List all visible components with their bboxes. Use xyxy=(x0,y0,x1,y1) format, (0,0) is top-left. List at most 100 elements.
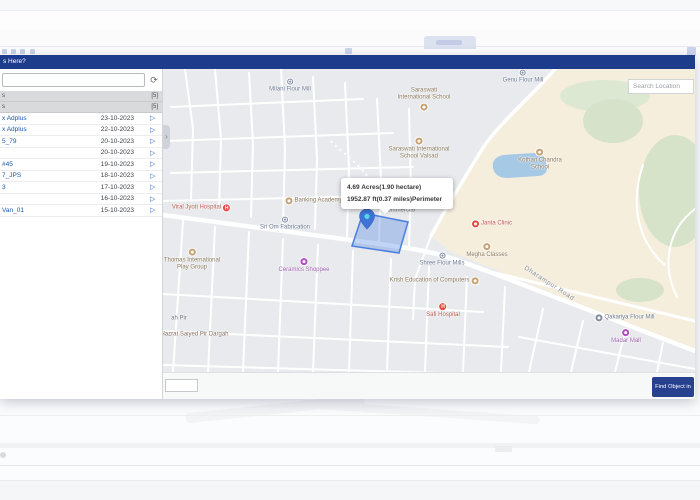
play-route-icon[interactable] xyxy=(150,149,158,157)
background-knob xyxy=(0,452,6,458)
play-route-icon[interactable] xyxy=(150,183,158,191)
map-poi-megha-classes[interactable]: Megha Classes xyxy=(466,243,507,259)
poi-label: Hazrat Saiyed Pir Dargah xyxy=(163,331,229,338)
map-poi-saraswati-international-school[interactable]: Saraswati International School xyxy=(397,88,450,111)
map-poi-madar-mall[interactable]: Madar Mall xyxy=(611,329,641,345)
mill-icon xyxy=(520,70,526,76)
shop-icon xyxy=(623,329,630,336)
vehicle-row[interactable]: 16-10-2023 xyxy=(0,194,162,206)
map-search-input[interactable] xyxy=(628,79,694,94)
map-poi-krish-education-of-computers[interactable]: Krish Education of Computers xyxy=(390,277,479,284)
map-poi-saraswati-international-school-valsad[interactable]: Saraswati International School Valsad xyxy=(388,138,449,161)
background-ghost-icon xyxy=(20,49,25,54)
mill-icon xyxy=(439,253,445,259)
background-top-strip xyxy=(0,0,700,11)
vehicle-group-row[interactable]: s [5] xyxy=(0,102,162,113)
play-route-icon[interactable] xyxy=(150,206,158,214)
map-poi-hazrat-saiyed-pir-dargah[interactable]: Hazrat Saiyed Pir Dargah xyxy=(163,331,229,338)
vehicle-date: 16-10-2023 xyxy=(94,195,134,202)
vehicle-date: 20-10-2023 xyxy=(94,138,134,145)
sidebar-collapse-handle[interactable] xyxy=(163,125,170,149)
school-icon xyxy=(483,243,490,250)
map-poi-genu-flour-mill[interactable]: Genu Flour Mill xyxy=(503,70,544,85)
vehicle-row[interactable]: 7_JPS 18-10-2023 xyxy=(0,171,162,183)
map-poi-ah-pir[interactable]: ah Pir xyxy=(171,315,187,322)
vehicle-row[interactable]: x Adplus 23-10-2023 xyxy=(0,113,162,125)
poi-label: Qakariya Flour Mill xyxy=(604,314,654,321)
find-object-button[interactable]: Find Object in xyxy=(652,377,694,397)
poi-label: ah Pir xyxy=(171,315,187,322)
school-icon xyxy=(536,149,543,156)
map-poi-sri-om-fabrication[interactable]: Sri Om Fabrication xyxy=(260,217,310,232)
play-route-icon[interactable] xyxy=(150,160,158,168)
vehicle-name-link[interactable]: x Adplus xyxy=(2,126,94,133)
vehicle-name-link[interactable]: 5_79 xyxy=(2,138,94,145)
vehicle-name-link[interactable]: 7_JPS xyxy=(2,172,94,179)
play-route-icon[interactable] xyxy=(150,172,158,180)
map-pois: Milani Flour Mill Genu Flour Mill Saraswat… xyxy=(163,69,695,372)
group-count-badge: [5] xyxy=(151,104,158,110)
poi-label: Sri Om Fabrication xyxy=(260,224,310,231)
vehicle-row[interactable]: 20-10-2023 xyxy=(0,148,162,160)
refresh-icon[interactable] xyxy=(148,74,160,86)
background-footer-band xyxy=(0,480,700,500)
map-poi-ceramics-shoppee[interactable]: Ceramics Shoppee xyxy=(278,258,329,274)
vehicle-date: 15-10-2023 xyxy=(94,207,134,214)
map-poi-viral-jyoti-hospital[interactable]: Viral Jyoti Hospital xyxy=(172,204,230,211)
measurement-tooltip: 4.69 Acres(1.90 hectare) 1952.87 ft(0.37… xyxy=(341,178,453,209)
group-label-fragment: s xyxy=(2,104,5,110)
object-search-input[interactable] xyxy=(165,379,198,392)
map-poi-banking-academy[interactable]: Banking Academy xyxy=(285,197,342,204)
vehicle-date: 22-10-2023 xyxy=(94,126,134,133)
vehicle-name-link[interactable]: 3 xyxy=(2,184,94,191)
factory-icon xyxy=(282,217,288,223)
poi-label: Janta Clinic xyxy=(481,220,512,227)
map-poi-shree-flour-mills[interactable]: Shree Flour Mills xyxy=(419,253,464,268)
vehicle-date: 18-10-2023 xyxy=(94,172,134,179)
mill-dark-icon xyxy=(595,315,602,322)
vehicle-group-row[interactable]: s [5] xyxy=(0,91,162,102)
school-icon xyxy=(189,249,196,256)
vehicle-name-link[interactable]: #45 xyxy=(2,161,94,168)
map-poi-kothari-chandra-school[interactable]: Kothari Chandra School xyxy=(518,149,562,172)
play-route-icon[interactable] xyxy=(150,137,158,145)
poi-label: Safi Hospital xyxy=(426,312,460,319)
map-poi-thomas-international-play-group[interactable]: Thomas International Play Group xyxy=(164,249,220,272)
vehicle-name-link[interactable]: Van_01 xyxy=(2,207,94,214)
bottom-bar: Find Object in xyxy=(163,372,695,399)
window-body: s [5] s [5] x Adplus 23-10-2023 x Adplus… xyxy=(0,69,695,399)
vehicle-row[interactable]: 5_79 20-10-2023 xyxy=(0,136,162,148)
poi-label: Viral Jyoti Hospital xyxy=(172,204,221,211)
school-icon xyxy=(420,103,427,110)
poi-label: Shree Flour Mills xyxy=(419,260,464,267)
poi-label: Ceramics Shoppee xyxy=(278,267,329,274)
play-route-icon[interactable] xyxy=(150,195,158,203)
tooltip-perimeter-line: 1952.87 ft(0.37 miles)Perimeter xyxy=(347,194,447,206)
window-titlebar: s Here? xyxy=(0,55,695,69)
poi-label: Krish Education of Computers xyxy=(390,277,470,284)
vehicle-row[interactable]: x Adplus 22-10-2023 xyxy=(0,125,162,137)
map-canvas[interactable]: Milani Flour Mill Genu Flour Mill Saraswat… xyxy=(163,69,695,372)
clinic-icon xyxy=(472,221,479,228)
play-route-icon[interactable] xyxy=(150,126,158,134)
map-poi-janta-clinic[interactable]: Janta Clinic xyxy=(472,220,512,227)
school-icon xyxy=(415,138,422,145)
background-ghost-tab-text xyxy=(436,40,462,45)
background-divider xyxy=(0,465,700,466)
vehicle-name-link[interactable]: x Adplus xyxy=(2,115,94,122)
vehicle-row[interactable]: #45 19-10-2023 xyxy=(0,159,162,171)
play-route-icon[interactable] xyxy=(150,114,158,122)
background-band xyxy=(0,443,700,448)
poi-label: Megha Classes xyxy=(466,252,507,259)
map-poi-safi-hospital[interactable]: Safi Hospital xyxy=(426,303,460,319)
vehicle-row[interactable]: 3 17-10-2023 xyxy=(0,182,162,194)
hospital-icon xyxy=(223,205,230,212)
background-ghost-icon xyxy=(30,49,35,54)
vehicle-date: 17-10-2023 xyxy=(94,184,134,191)
vehicle-row[interactable]: Van_01 15-10-2023 xyxy=(0,205,162,217)
map-poi-qakariya-flour-mill[interactable]: Qakariya Flour Mill xyxy=(595,314,654,321)
vehicle-search-input[interactable] xyxy=(2,73,145,87)
map-poi-milani-flour-mill[interactable]: Milani Flour Mill xyxy=(269,79,311,94)
school-icon xyxy=(285,198,292,205)
background-ghost-icon xyxy=(11,49,16,54)
